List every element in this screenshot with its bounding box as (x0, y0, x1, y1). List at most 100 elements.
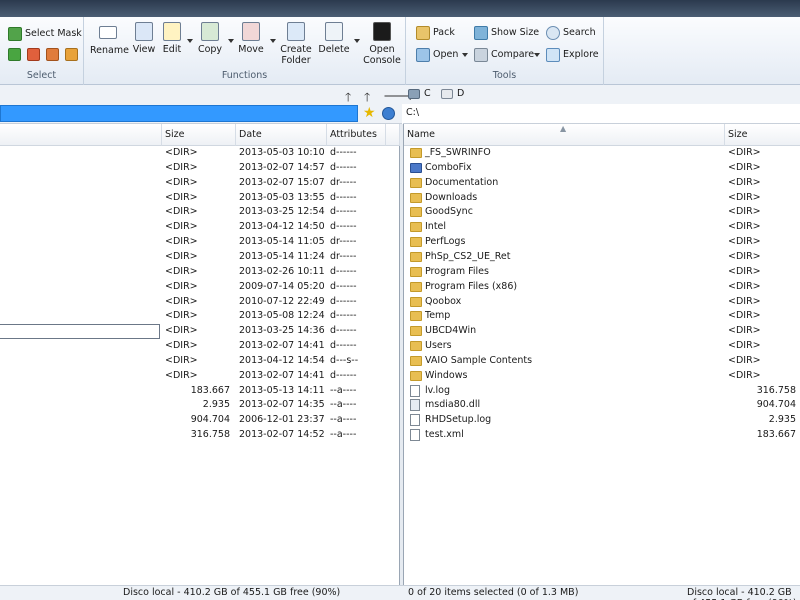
table-row[interactable]: Temp <DIR> (404, 309, 800, 324)
date-cell: 2013-05-13 14:11 (239, 384, 325, 396)
date-cell: 2013-02-07 14:52 (239, 429, 325, 441)
table-row[interactable]: UBCD4Win <DIR> (404, 324, 800, 339)
table-row[interactable]: Program Files <DIR> (404, 265, 800, 280)
table-row[interactable]: <DIR> 2013-02-26 10:11 d------ (0, 265, 386, 280)
table-row[interactable]: Windows <DIR> (404, 369, 800, 384)
table-row[interactable]: _FS_SWRINFO <DIR> (404, 146, 800, 161)
explore-button[interactable]: Explore (546, 46, 599, 63)
right-disk-status: Disco local - 410.2 GB of 455.1 GB free … (687, 587, 797, 600)
table-row[interactable]: <DIR> 2013-05-03 10:10 d------ (0, 146, 386, 161)
table-row[interactable]: <DIR> 2013-02-07 14:41 d------ (0, 339, 386, 354)
table-row[interactable]: Intel <DIR> (404, 220, 800, 235)
right-size-header[interactable]: Size (725, 124, 800, 146)
table-row[interactable]: Documentation <DIR> (404, 176, 800, 191)
table-row[interactable]: Qoobox <DIR> (404, 295, 800, 310)
right-path-input[interactable]: C:\ (406, 107, 419, 118)
view-icon (135, 22, 153, 41)
table-row[interactable]: <DIR> 2013-05-14 11:24 dr----- (0, 250, 386, 265)
show-size-button[interactable]: Show Size (474, 24, 539, 41)
left-name-header[interactable] (0, 124, 162, 146)
attributes-cell: d------ (330, 310, 357, 322)
table-row[interactable]: <DIR> 2013-02-07 14:41 d------ (0, 369, 386, 384)
search-button[interactable]: Search (546, 24, 596, 41)
table-row[interactable]: Downloads <DIR> (404, 191, 800, 206)
select-group: Select Mask Select (0, 17, 84, 85)
table-row[interactable]: <DIR> 2013-02-07 15:07 dr----- (0, 176, 386, 191)
open-button[interactable]: Open (416, 46, 458, 63)
attributes-cell: --a---- (330, 384, 357, 396)
open-dropdown-icon[interactable] (462, 53, 468, 57)
pack-button[interactable]: Pack (416, 24, 455, 41)
name-cell: Temp (425, 310, 451, 322)
left-path-input[interactable] (0, 105, 358, 122)
compare-button[interactable]: Compare (474, 46, 534, 63)
move-dropdown-icon[interactable] (270, 39, 276, 43)
table-row[interactable]: <DIR> 2013-02-07 14:57 d------ (0, 161, 386, 176)
table-row[interactable]: RHDSetup.log 2.935 (404, 413, 800, 428)
table-row[interactable]: Users <DIR> (404, 339, 800, 354)
size-cell: <DIR> (728, 325, 761, 337)
edit-button[interactable]: Edit (160, 22, 184, 55)
date-cell: 2013-02-07 14:35 (239, 399, 325, 411)
drive-d-button[interactable]: D (441, 88, 464, 99)
delete-button[interactable]: Delete (318, 22, 350, 55)
folder-icon (410, 355, 422, 366)
copy-button[interactable]: Copy (196, 22, 224, 55)
invert-selection-icon[interactable] (46, 48, 59, 61)
left-size-header[interactable]: Size (162, 124, 236, 146)
table-row[interactable]: PhSp_CS2_UE_Ret <DIR> (404, 250, 800, 265)
table-row[interactable]: <DIR> 2013-04-12 14:54 d---s-- (0, 354, 386, 369)
table-row[interactable]: VAIO Sample Contents <DIR> (404, 354, 800, 369)
copy-label: Copy (197, 44, 223, 55)
left-rename-box[interactable] (0, 324, 160, 339)
open-console-button[interactable]: Open Console (363, 22, 401, 66)
size-cell: <DIR> (728, 295, 761, 307)
file-icon (410, 429, 420, 442)
table-row[interactable]: PerfLogs <DIR> (404, 235, 800, 250)
view-button[interactable]: View (130, 22, 158, 55)
select-all-icon[interactable] (8, 48, 21, 61)
edit-dropdown-icon[interactable] (187, 39, 193, 43)
table-row[interactable]: <DIR> 2013-05-14 11:05 dr----- (0, 235, 386, 250)
table-row[interactable]: 183.667 2013-05-13 14:11 --a---- (0, 384, 386, 399)
table-row[interactable]: <DIR> 2013-03-25 12:54 d------ (0, 205, 386, 220)
explore-label: Explore (563, 49, 599, 60)
table-row[interactable]: lv.log 316.758 (404, 384, 800, 399)
rename-button[interactable]: Rename (90, 22, 129, 56)
table-row[interactable]: 904.704 2006-12-01 23:37 --a---- (0, 413, 386, 428)
name-cell: VAIO Sample Contents (425, 354, 533, 366)
copy-dropdown-icon[interactable] (228, 39, 234, 43)
open-label: Open (433, 49, 459, 60)
table-row[interactable]: <DIR> 2013-05-03 13:55 d------ (0, 191, 386, 206)
create-folder-button[interactable]: Create Folder (279, 22, 313, 66)
table-row[interactable]: GoodSync <DIR> (404, 205, 800, 220)
move-button[interactable]: Move (237, 22, 265, 55)
functions-group-label: Functions (221, 70, 268, 81)
attributes-cell: d---s-- (330, 354, 359, 366)
right-path-bar: C:\ (403, 104, 800, 124)
drive-c-button[interactable]: C (408, 88, 431, 99)
table-row[interactable]: msdia80.dll 904.704 (404, 398, 800, 413)
table-row[interactable]: <DIR> 2009-07-14 05:20 d------ (0, 280, 386, 295)
favorites-star-icon[interactable]: ★ (363, 105, 376, 121)
history-icon[interactable] (382, 107, 395, 120)
restore-selection-icon[interactable] (65, 48, 78, 61)
rename-label: Rename (90, 45, 129, 56)
folder-icon (410, 148, 422, 158)
table-row[interactable]: <DIR> 2013-04-12 14:50 d------ (0, 220, 386, 235)
table-row[interactable]: ComboFix <DIR> (404, 161, 800, 176)
table-row[interactable]: Program Files (x86) <DIR> (404, 280, 800, 295)
deselect-icon[interactable] (27, 48, 40, 61)
table-row[interactable]: <DIR> 2013-05-08 12:24 d------ (0, 309, 386, 324)
name-cell: PhSp_CS2_UE_Ret (425, 250, 511, 262)
table-row[interactable]: 2.935 2013-02-07 14:35 --a---- (0, 398, 386, 413)
delete-dropdown-icon[interactable] (354, 39, 360, 43)
table-row[interactable]: 316.758 2013-02-07 14:52 --a---- (0, 428, 386, 443)
left-attributes-header[interactable]: Attributes (327, 124, 386, 146)
left-date-header[interactable]: Date (236, 124, 327, 146)
table-row[interactable]: test.xml 183.667 (404, 428, 800, 443)
table-row[interactable]: <DIR> 2010-07-12 22:49 d------ (0, 295, 386, 310)
compare-dropdown-icon[interactable] (534, 53, 540, 57)
size-cell: 316.758 (190, 429, 230, 441)
select-mask-button[interactable]: Select Mask (8, 25, 82, 42)
